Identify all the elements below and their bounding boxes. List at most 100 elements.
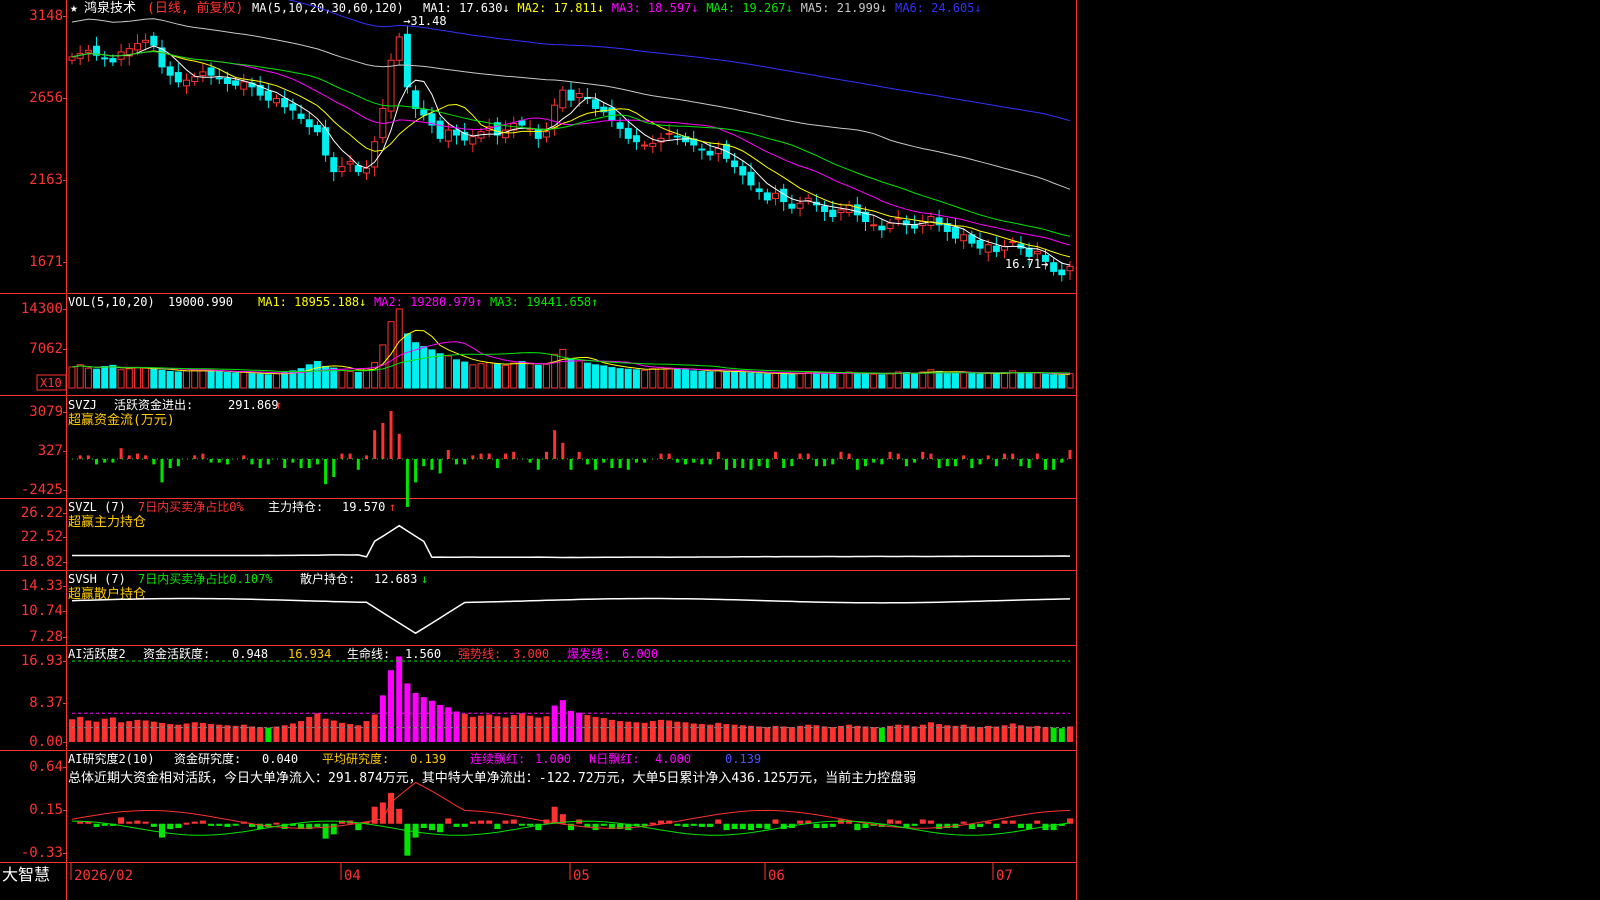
ai-act-bar xyxy=(1050,727,1057,742)
ai-act-bar xyxy=(633,722,640,742)
vol-axis-tick: 7062 xyxy=(29,341,63,357)
ai-res-last: 0.139 xyxy=(725,752,761,766)
svzj-bar xyxy=(479,453,483,459)
svzj-bar xyxy=(160,459,164,483)
ai-res-bar xyxy=(232,823,239,826)
ai-res-bar xyxy=(919,819,926,824)
svzj-bar xyxy=(831,459,835,465)
ai-res-avg: 0.139 xyxy=(410,752,446,766)
ai-act-bar xyxy=(837,725,844,742)
candle-body xyxy=(1050,262,1058,272)
ai-res-bar xyxy=(592,823,599,831)
ai-res-header: AI研究度2(10) 资金研究度: 0.040 平均研究度: 0.139 连续飘… xyxy=(68,751,916,786)
ai-act-bar xyxy=(199,722,206,742)
volume-bar xyxy=(125,368,133,389)
vol-value: 19000.990 xyxy=(168,295,233,309)
stock-name[interactable]: 鸿泉技术 xyxy=(84,0,136,16)
volume-bar xyxy=(919,371,927,389)
ma-legend: MA1: 17.630↓ MA2: 17.811↓ MA3: 18.597↓ MA4:… xyxy=(423,1,982,15)
ai-act-bar xyxy=(780,726,787,742)
candle-body xyxy=(951,226,959,239)
volume-bar xyxy=(641,369,649,389)
volume-bar xyxy=(93,368,101,389)
volume-bar xyxy=(861,373,869,389)
chart-mode[interactable]: (日线, 前复权) xyxy=(147,0,243,16)
volume-bar xyxy=(379,344,387,389)
svzj-bar xyxy=(495,459,499,468)
svzj-header: SVZJ 活跃资金进出: 291.869 ↑ 超赢资金流(万元) xyxy=(68,397,282,428)
svzl-label: SVZL (7) xyxy=(68,500,126,514)
ai-act-bar xyxy=(134,719,141,742)
volume-bar xyxy=(248,373,256,389)
svzl-plot xyxy=(72,524,1071,559)
svzj-bar xyxy=(913,459,917,463)
ai-res-bar xyxy=(142,821,149,824)
candle-body xyxy=(747,171,755,186)
stock-chart-panel[interactable]: ★ 鸿泉技术 (日线, 前复权) MA(5,10,20,30,60,120) M… xyxy=(0,0,1600,900)
svzj-bar xyxy=(504,453,508,459)
ai-act-bar xyxy=(330,720,337,742)
candle-body xyxy=(624,127,632,139)
volume-bar xyxy=(911,373,919,389)
svzj-bar xyxy=(790,459,794,467)
svzj-bar xyxy=(863,459,867,467)
volume-bar xyxy=(812,372,820,389)
ai-res-bar xyxy=(412,823,419,838)
candle-body xyxy=(101,57,109,60)
ai-act-bar xyxy=(821,726,828,742)
ai-act-life-label: 生命线: xyxy=(347,646,390,661)
ai-res-bar xyxy=(731,823,738,830)
ai-act-axis-tick: 0.00 xyxy=(29,734,63,750)
svzj-bar xyxy=(953,459,957,467)
volume-bar xyxy=(305,364,313,389)
svzl-sub: 超赢主力持仓 xyxy=(68,514,146,530)
ai-act-value2: 16.934 xyxy=(288,647,331,661)
ai-act-bar xyxy=(625,721,632,742)
ai-res-bar xyxy=(707,823,714,827)
svsh-hold-label: 散户持仓: xyxy=(300,571,355,586)
svzj-bar xyxy=(348,453,352,459)
ai-res-bar xyxy=(478,820,485,824)
svzj-bar xyxy=(512,451,516,459)
ai-act-bar xyxy=(797,725,804,742)
ai-act-bar xyxy=(592,716,599,742)
ai-res-bar xyxy=(183,822,190,825)
svzj-bar xyxy=(193,455,197,459)
svzj-bar xyxy=(684,459,688,465)
volume-bar xyxy=(174,371,182,389)
volume-bar xyxy=(526,363,534,389)
svzl-hold-label: 主力持仓: xyxy=(268,499,323,514)
candle-body xyxy=(354,165,362,173)
vol-ma3-legend: MA3: 19441.658↑ xyxy=(490,295,598,309)
ai-res-bar xyxy=(887,819,894,824)
svzj-bar xyxy=(798,453,802,459)
ai-act-bar xyxy=(862,726,869,742)
volume-bar xyxy=(215,371,223,389)
ai-res-bar xyxy=(551,806,558,824)
vol-ma2-legend: MA2: 19280.979↑ xyxy=(374,295,482,309)
ai-act-bar xyxy=(1058,728,1065,742)
volume-bar xyxy=(338,369,346,389)
volume-bar xyxy=(682,369,690,389)
ma2-legend: MA2: 17.811↓ xyxy=(517,1,604,15)
ma5-legend: MA5: 21.999↓ xyxy=(801,1,888,15)
ai-res-axis-tick: 0.15 xyxy=(29,802,63,818)
svzj-bar xyxy=(78,455,82,459)
vol-label: VOL(5,10,20) xyxy=(68,295,155,309)
volume-bar xyxy=(935,370,943,389)
volume-bar xyxy=(542,363,550,389)
volume-bar xyxy=(739,372,747,389)
ai-res-n-label: N日飘红: xyxy=(589,751,639,766)
candle-body xyxy=(362,167,370,174)
candle-body xyxy=(649,142,657,147)
svzj-bar xyxy=(144,455,148,459)
svzj-axis-tick: 3079 xyxy=(29,404,63,420)
ai-res-bar xyxy=(821,823,828,828)
ai-act-bar xyxy=(118,722,125,742)
candle-body xyxy=(84,49,92,53)
ai-act-desc: 资金活跃度: xyxy=(143,646,210,661)
ai-act-bar xyxy=(469,716,476,742)
ai-res-bar xyxy=(199,820,206,824)
brand-label: 大智慧 xyxy=(2,865,50,884)
svzj-bar xyxy=(283,459,287,468)
